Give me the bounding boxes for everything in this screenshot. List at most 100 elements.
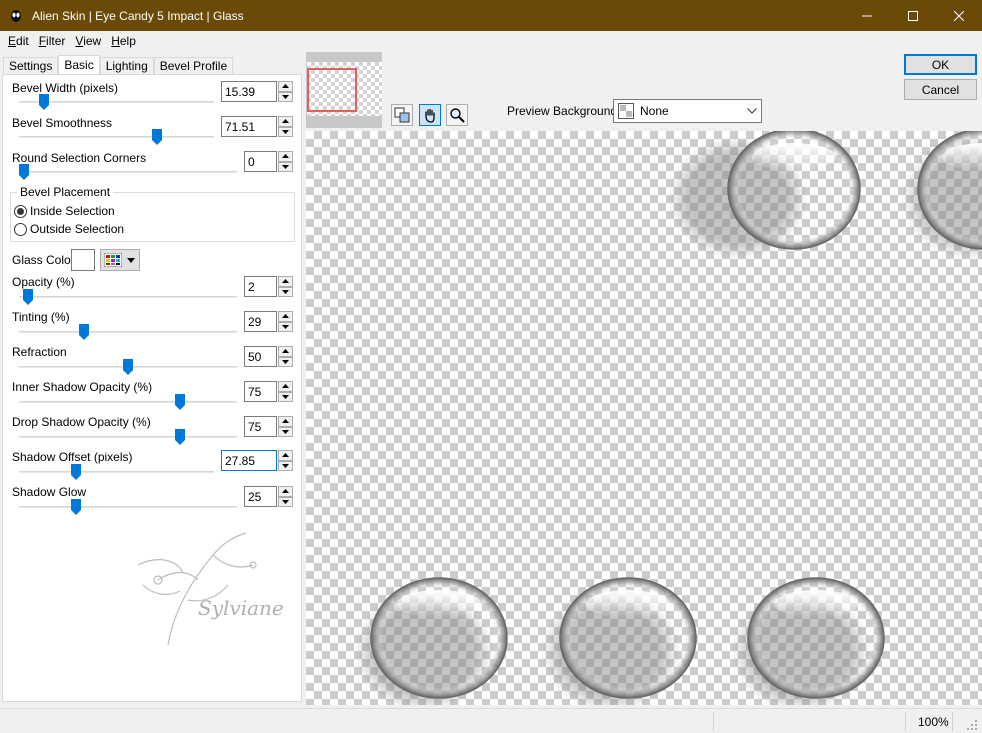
bevel-smoothness-spinner[interactable]: 71.51 [221,116,293,137]
tinting-track[interactable] [19,331,237,333]
status-bar: 100% [0,708,982,733]
bevel-smoothness-up-button[interactable] [278,116,293,127]
arrow-down-icon [282,463,289,468]
arrow-down-icon [282,94,289,99]
tab-settings[interactable]: Settings [3,57,59,75]
drop-shadow-opacity-input[interactable]: 75 [244,416,277,437]
opacity-input[interactable]: 2 [244,276,277,297]
opacity-up-button[interactable] [278,276,293,287]
navigator-thumbnail[interactable] [306,52,382,128]
shadow-offset-input[interactable]: 27.85 [221,450,277,471]
inner-shadow-opacity-up-button[interactable] [278,381,293,392]
compare-button[interactable] [391,104,413,126]
shadow-glow-slider-thumb[interactable] [71,499,81,515]
tab-bevel-profile[interactable]: Bevel Profile [153,57,234,75]
bevel-smoothness-track[interactable] [19,136,214,138]
bevel-width-input[interactable]: 15.39 [221,81,277,102]
bevel-width-slider-thumb[interactable] [39,94,50,110]
round-corners-up-button[interactable] [278,151,293,162]
inside-selection-radio[interactable]: Inside Selection [14,204,115,218]
background-swatch-icon [618,103,634,119]
round-corners-spinner[interactable]: 0 [244,151,293,172]
drop-shadow-opacity-spinner[interactable]: 75 [244,416,293,437]
drop-shadow-opacity-slider-thumb[interactable] [175,429,185,445]
bevel-width-up-button[interactable] [278,81,293,92]
tinting-input[interactable]: 29 [244,311,277,332]
inner-shadow-opacity-slider-thumb[interactable] [175,394,185,410]
shadow-offset-down-button[interactable] [278,460,293,471]
preview-canvas[interactable] [306,131,982,706]
hand-tool-button[interactable] [419,104,441,126]
inner-shadow-opacity-spinner[interactable]: 75 [244,381,293,402]
drop-shadow-opacity-down-button[interactable] [278,426,293,437]
radio-checked-icon [14,204,27,218]
maximize-icon [908,10,918,21]
bevel-smoothness-input[interactable]: 71.51 [221,116,277,137]
basic-tab-page: Bevel Width (pixels) 15.39 Bevel Smoothn… [2,74,302,702]
glass-color-swatch[interactable] [71,249,95,271]
zoom-tool-button[interactable] [446,104,468,126]
arrow-down-icon [282,324,289,329]
chevron-down-icon [747,108,757,114]
tinting-down-button[interactable] [278,321,293,332]
shadow-glow-input[interactable]: 25 [244,486,277,507]
refraction-up-button[interactable] [278,346,293,357]
shadow-glow-label: Shadow Glow [12,485,87,499]
shadow-glow-up-button[interactable] [278,486,293,497]
ok-button[interactable]: OK [904,54,977,75]
menu-help[interactable]: Help [106,34,141,48]
bevel-smoothness-down-button[interactable] [278,126,293,137]
shadow-glow-spinner[interactable]: 25 [244,486,293,507]
opacity-track[interactable] [19,296,237,298]
shadow-offset-spinner[interactable]: 27.85 [221,450,293,471]
arrow-up-icon [282,419,289,424]
round-corners-slider-thumb[interactable] [19,164,29,180]
arrow-down-icon [282,499,289,504]
outside-selection-radio[interactable]: Outside Selection [14,222,124,236]
minimize-button[interactable] [844,0,890,31]
opacity-spinner[interactable]: 2 [244,276,293,297]
shadow-glow-track[interactable] [19,506,237,508]
bevel-smoothness-slider-thumb[interactable] [152,129,163,145]
round-corners-track[interactable] [19,171,237,173]
resize-grip-icon[interactable] [966,719,978,731]
tinting-up-button[interactable] [278,311,293,322]
refraction-down-button[interactable] [278,356,293,367]
shadow-offset-track[interactable] [19,471,214,473]
refraction-spinner[interactable]: 50 [244,346,293,367]
shadow-offset-slider-thumb[interactable] [70,464,81,480]
minimize-icon [862,15,872,16]
bevel-placement-group: Bevel Placement Inside Selection Outside… [10,185,295,242]
opacity-slider-thumb[interactable] [23,289,34,305]
preview-background-label: Preview Background: [507,104,621,118]
navigator-view-rectangle[interactable] [307,68,357,112]
arrow-up-icon [282,384,289,389]
bevel-width-down-button[interactable] [278,91,293,102]
inner-shadow-opacity-input[interactable]: 75 [244,381,277,402]
tinting-slider-thumb[interactable] [79,324,90,340]
menu-filter[interactable]: Filter [34,34,71,48]
close-button[interactable] [936,0,982,31]
shadow-offset-up-button[interactable] [278,450,293,461]
round-corners-input[interactable]: 0 [244,151,277,172]
drop-shadow-opacity-up-button[interactable] [278,416,293,427]
tinting-spinner[interactable]: 29 [244,311,293,332]
bevel-width-spinner[interactable]: 15.39 [221,81,293,102]
arrow-down-icon [282,129,289,134]
shadow-glow-down-button[interactable] [278,496,293,507]
maximize-button[interactable] [890,0,936,31]
opacity-down-button[interactable] [278,286,293,297]
refraction-slider-thumb[interactable] [123,359,133,375]
drop-shadow-opacity-track[interactable] [19,436,237,438]
inner-shadow-opacity-down-button[interactable] [278,391,293,402]
menu-edit[interactable]: Edit [3,34,34,48]
preview-background-dropdown[interactable]: None [613,99,762,123]
refraction-input[interactable]: 50 [244,346,277,367]
menu-view[interactable]: View [70,34,106,48]
tab-basic[interactable]: Basic [58,55,100,76]
cancel-button[interactable]: Cancel [904,79,977,100]
color-picker-button[interactable] [100,249,140,271]
inner-shadow-opacity-track[interactable] [19,401,237,403]
round-corners-down-button[interactable] [278,161,293,172]
tab-lighting[interactable]: Lighting [99,57,154,75]
